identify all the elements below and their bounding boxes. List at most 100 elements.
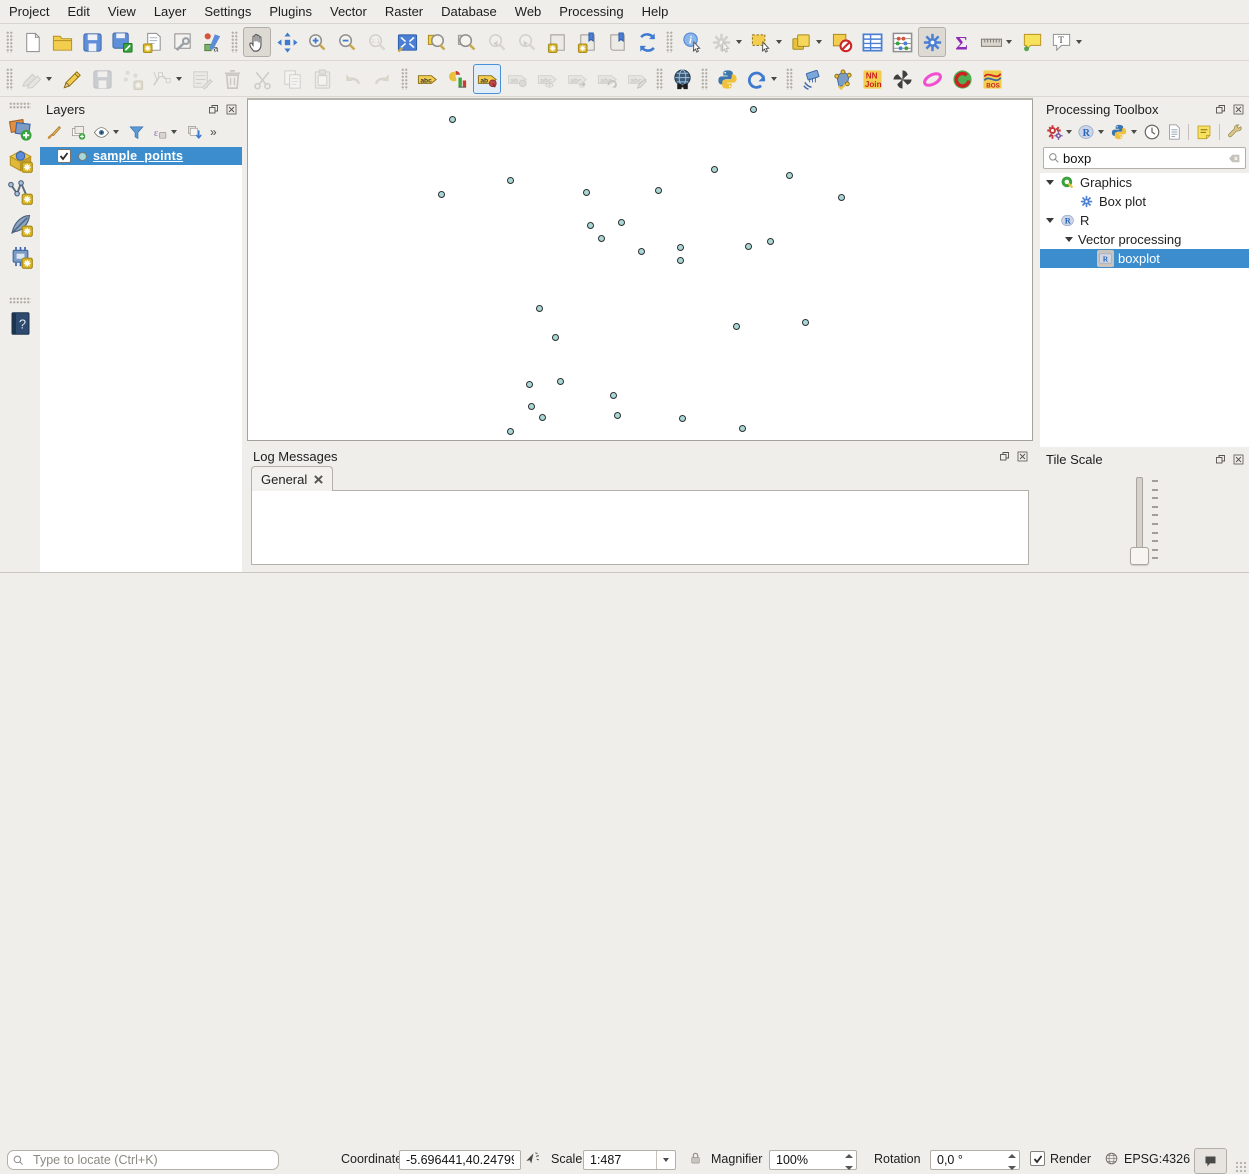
layer-labeling-options-button[interactable]: abc	[413, 64, 441, 94]
scale-combo[interactable]	[583, 1150, 676, 1170]
bookmark-manager-button[interactable]	[603, 27, 631, 57]
toolbar-grip[interactable]	[401, 68, 408, 90]
zoom-to-selection-button[interactable]	[423, 27, 451, 57]
processing-history-button[interactable]	[743, 64, 781, 94]
manage-map-themes-button[interactable]	[91, 120, 123, 144]
new-spatial-bookmark-button[interactable]	[543, 27, 571, 57]
new-print-layout-button[interactable]	[138, 27, 166, 57]
toolbar-overflow-button[interactable]: »	[210, 125, 217, 139]
wind-rose-plugin-button[interactable]	[888, 64, 916, 94]
menu-layer[interactable]: Layer	[145, 2, 196, 21]
open-layer-styling-button[interactable]	[43, 120, 65, 144]
coordinate-input[interactable]	[404, 1152, 516, 1168]
dropdown-caret-icon[interactable]	[1066, 130, 1072, 134]
dropdown-caret-icon[interactable]	[1076, 40, 1082, 44]
save-project-button[interactable]	[78, 27, 106, 57]
dropdown-caret-icon[interactable]	[816, 40, 822, 44]
messages-button[interactable]	[1194, 1148, 1227, 1174]
map-canvas[interactable]	[247, 98, 1033, 441]
dropdown-caret-icon[interactable]	[113, 130, 119, 134]
history-button[interactable]	[1141, 120, 1163, 144]
spin-buttons[interactable]	[1005, 1152, 1018, 1172]
toolbar-grip[interactable]	[6, 31, 13, 53]
dropdown-caret-icon[interactable]	[1006, 40, 1012, 44]
expand-collapse-all-button[interactable]	[183, 120, 205, 144]
zoom-out-button[interactable]	[333, 27, 361, 57]
menu-view[interactable]: View	[99, 2, 145, 21]
tree-item-graphics[interactable]: Graphics	[1040, 173, 1249, 192]
gps-tools-button[interactable]	[798, 64, 826, 94]
map-tips-button[interactable]	[1018, 27, 1046, 57]
dropdown-caret-icon[interactable]	[176, 77, 182, 81]
rotation-input[interactable]	[935, 1152, 1004, 1168]
statistical-summary-button[interactable]: Σ	[948, 27, 976, 57]
toolbar-grip[interactable]	[786, 68, 793, 90]
menu-settings[interactable]: Settings	[195, 2, 260, 21]
processing-search-input[interactable]	[1061, 150, 1227, 167]
zoom-in-button[interactable]	[303, 27, 331, 57]
data-source-manager-button[interactable]	[5, 113, 36, 143]
bos-plugin-button[interactable]: BOS	[978, 64, 1006, 94]
save-project-as-button[interactable]	[108, 27, 136, 57]
r-scripts-button[interactable]: R	[1076, 120, 1109, 144]
toggle-editing-button[interactable]	[58, 64, 86, 94]
menu-plugins[interactable]: Plugins	[260, 2, 321, 21]
magnifier-input[interactable]	[774, 1152, 841, 1168]
dropdown-caret-icon[interactable]	[46, 77, 52, 81]
toolbar-grip[interactable]	[666, 31, 673, 53]
zoom-full-button[interactable]	[393, 27, 421, 57]
new-virtual-layer-button[interactable]	[5, 241, 36, 271]
rotation-spinbox[interactable]	[930, 1150, 1020, 1170]
toolbar-grip[interactable]	[6, 68, 13, 90]
dropdown-caret-icon[interactable]	[1131, 130, 1137, 134]
toolbar-grip[interactable]	[231, 31, 238, 53]
layer-visibility-checkbox[interactable]	[57, 149, 71, 163]
pin-unpin-labels-button[interactable]: ab	[473, 64, 501, 94]
new-project-button[interactable]	[18, 27, 46, 57]
zoom-to-layer-button[interactable]	[453, 27, 481, 57]
float-panel-icon[interactable]	[997, 449, 1011, 463]
text-annotation-button[interactable]: T	[1048, 27, 1086, 57]
results-viewer-button[interactable]	[1163, 120, 1185, 144]
layout-manager-button[interactable]	[168, 27, 196, 57]
layer-row-sample-points[interactable]: sample_points	[40, 147, 242, 165]
shape-tools-plugin-button[interactable]	[918, 64, 946, 94]
nn-join-plugin-button[interactable]: NNJoin	[858, 64, 886, 94]
dropdown-caret-icon[interactable]	[1098, 130, 1104, 134]
lock-scale-icon[interactable]	[688, 1150, 703, 1166]
style-manager-button[interactable]: a	[198, 27, 226, 57]
measure-button[interactable]	[978, 27, 1016, 57]
close-panel-icon[interactable]	[224, 102, 238, 116]
identify-features-button[interactable]: i	[678, 27, 706, 57]
crs-indicator[interactable]: EPSG:4326	[1124, 1152, 1190, 1166]
float-panel-icon[interactable]	[1213, 452, 1227, 466]
expander-icon[interactable]	[1046, 218, 1054, 223]
layer-diagram-options-button[interactable]	[443, 64, 471, 94]
menu-web[interactable]: Web	[506, 2, 551, 21]
expander-icon[interactable]	[1046, 180, 1054, 185]
tab-close-icon[interactable]	[314, 475, 323, 484]
menu-project[interactable]: Project	[0, 2, 58, 21]
tree-item-box-plot[interactable]: Box plot	[1040, 192, 1249, 211]
float-panel-icon[interactable]	[206, 102, 220, 116]
tree-item-r[interactable]: RR	[1040, 211, 1249, 230]
menu-vector[interactable]: Vector	[321, 2, 376, 21]
open-project-button[interactable]	[48, 27, 76, 57]
tree-item-boxplot[interactable]: Rboxplot	[1040, 249, 1249, 268]
deselect-features-button[interactable]	[828, 27, 856, 57]
toolbar-grip[interactable]	[9, 102, 31, 109]
coordinate-field[interactable]	[399, 1150, 521, 1170]
refresh-map-button[interactable]	[633, 27, 661, 57]
pan-to-selection-button[interactable]	[273, 27, 301, 57]
float-panel-icon[interactable]	[1213, 102, 1227, 116]
magnifier-spinbox[interactable]	[769, 1150, 857, 1170]
dropdown-caret-icon[interactable]	[171, 130, 177, 134]
toolbar-grip[interactable]	[9, 297, 31, 304]
spin-buttons[interactable]	[842, 1152, 855, 1172]
help-button[interactable]: ?	[5, 308, 36, 338]
mouse-position-icon[interactable]	[524, 1150, 541, 1167]
render-checkbox[interactable]	[1030, 1151, 1045, 1167]
menu-help[interactable]: Help	[633, 2, 678, 21]
tree-item-vector-processing[interactable]: Vector processing	[1040, 230, 1249, 249]
filter-legend-button[interactable]	[125, 120, 147, 144]
